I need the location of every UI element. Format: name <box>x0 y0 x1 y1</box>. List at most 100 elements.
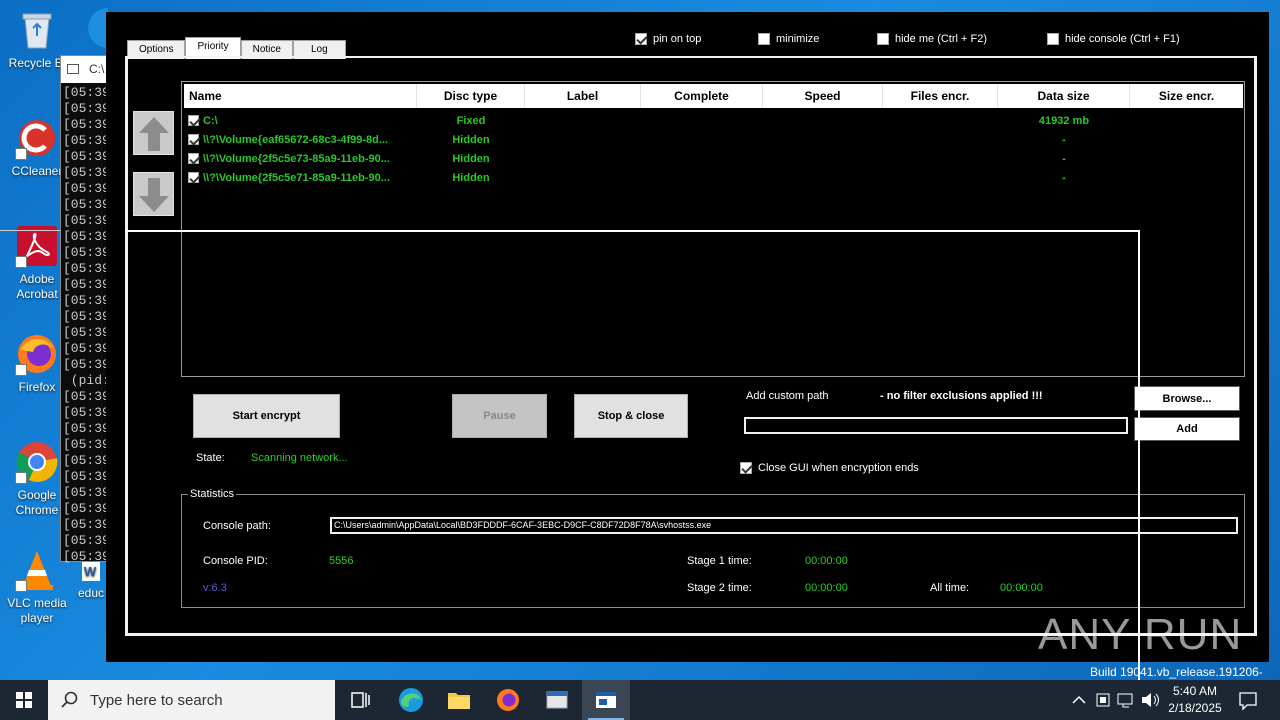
taskbar-clock[interactable]: 5:40 AM 2/18/2025 <box>1160 683 1230 717</box>
row-disc-type-cell: Fixed <box>456 114 486 127</box>
network-icon <box>1117 693 1133 708</box>
taskbar-search-box[interactable]: Type here to search <box>48 680 335 720</box>
state-label: State: <box>196 452 225 464</box>
hide-console-check[interactable] <box>1047 33 1059 45</box>
row-checkbox[interactable] <box>188 134 199 145</box>
shortcut-arrow-icon <box>15 256 27 268</box>
move-up-button[interactable] <box>133 111 174 155</box>
ransomware-gui-window: pin on top minimize hide me (Ctrl + F2) … <box>106 12 1269 662</box>
column-files-encr[interactable]: Files encr. <box>883 84 998 108</box>
row-data-size-cell: - <box>1062 152 1066 165</box>
hide-console-checkbox[interactable]: hide console (Ctrl + F1) <box>1047 33 1180 45</box>
volume-icon <box>1142 693 1159 707</box>
word-doc-label: educ <box>77 586 105 600</box>
clock-time: 5:40 AM <box>1172 684 1218 698</box>
chrome-icon <box>15 440 59 484</box>
tray-volume-icon[interactable] <box>1139 680 1161 720</box>
vlc-label-2: player <box>20 611 54 625</box>
row-disc-type-cell: Hidden <box>452 152 490 165</box>
browse-button[interactable]: Browse... <box>1134 386 1240 411</box>
table-row[interactable]: \\?\Volume{eaf65672-68c3-4f99-8d... Hidde… <box>184 130 1244 149</box>
shortcut-arrow-icon <box>15 364 27 376</box>
move-down-button[interactable] <box>133 172 174 216</box>
taskbar-app-window[interactable] <box>533 680 581 720</box>
firefox-icon <box>497 689 519 711</box>
add-button[interactable]: Add <box>1134 417 1240 441</box>
close-gui-checkbox[interactable]: Close GUI when encryption ends <box>740 462 919 474</box>
console-pid-value: 5556 <box>329 555 354 567</box>
minimize-check[interactable] <box>758 33 770 45</box>
taskbar-console[interactable] <box>582 680 630 720</box>
column-label[interactable]: Label <box>525 84 641 108</box>
column-complete[interactable]: Complete <box>641 84 763 108</box>
arrow-up-icon <box>139 117 169 151</box>
column-disc-type[interactable]: Disc type <box>417 84 525 108</box>
console-path-label: Console path: <box>203 520 271 532</box>
edge-icon <box>399 688 423 712</box>
row-disc-type-cell: Hidden <box>452 133 490 146</box>
search-icon <box>61 691 78 708</box>
overlay-line-left <box>0 230 60 231</box>
console-path-field[interactable]: C:\Users\admin\AppData\Local\BD3FDDDF-6C… <box>330 517 1238 534</box>
column-name[interactable]: Name <box>184 84 417 108</box>
chevron-up-icon <box>1072 695 1086 704</box>
row-checkbox[interactable] <box>188 172 199 183</box>
shortcut-arrow-icon <box>15 472 27 484</box>
hide-me-check[interactable] <box>877 33 889 45</box>
all-time-label: All time: <box>930 582 970 594</box>
stage1-value: 00:00:00 <box>805 555 848 567</box>
desktop-icon-edge-partial[interactable] <box>86 8 128 48</box>
recycle-bin-label: Recycle Bi <box>8 56 66 70</box>
stop-close-button[interactable]: Stop & close <box>574 394 688 438</box>
row-checkbox[interactable] <box>188 153 199 164</box>
stage2-label: Stage 2 time: <box>687 582 752 594</box>
app-window-icon <box>546 691 568 709</box>
table-row[interactable]: \\?\Volume{2f5c5e73-85a9-11eb-90... Hidde… <box>184 149 1244 168</box>
start-encrypt-button[interactable]: Start encrypt <box>193 394 340 438</box>
column-data-size[interactable]: Data size <box>998 84 1130 108</box>
drives-listview[interactable]: Name Disc type Label Complete Speed File… <box>181 81 1245 377</box>
row-name-cell: C:\ <box>184 115 417 127</box>
column-size-encr[interactable]: Size encr. <box>1130 84 1243 108</box>
tray-device-icon[interactable] <box>1092 680 1114 720</box>
all-time-value: 00:00:00 <box>1000 582 1043 594</box>
task-view-button[interactable] <box>336 680 384 720</box>
start-button[interactable] <box>0 680 48 720</box>
version-label: v:6.3 <box>203 582 227 594</box>
svg-text:W: W <box>84 564 97 579</box>
pin-on-top-check[interactable] <box>635 33 647 45</box>
minimize-label: minimize <box>776 33 820 45</box>
list-rows: C:\ Fixed 41932 mb \\?\Volume{eaf65672-68c3… <box>182 108 1244 187</box>
notification-icon <box>1239 692 1257 711</box>
state-value: Scanning network... <box>251 452 348 464</box>
ccleaner-icon <box>15 116 59 160</box>
taskbar-file-explorer[interactable] <box>435 680 483 720</box>
table-row[interactable]: C:\ Fixed 41932 mb <box>184 111 1244 130</box>
windows-logo-icon <box>16 692 32 708</box>
custom-path-input[interactable] <box>744 417 1128 434</box>
statistics-title: Statistics <box>188 488 237 500</box>
taskbar-edge[interactable] <box>387 680 435 720</box>
row-data-size-cell: 41932 mb <box>1038 114 1090 127</box>
close-gui-check[interactable] <box>740 462 752 474</box>
console-title: C:\ <box>89 62 105 76</box>
row-checkbox[interactable] <box>188 115 199 126</box>
hide-me-checkbox[interactable]: hide me (Ctrl + F2) <box>877 33 987 45</box>
console-window-icon <box>67 64 79 74</box>
tray-network-icon[interactable] <box>1115 680 1137 720</box>
shortcut-arrow-icon <box>15 580 27 592</box>
minimize-checkbox[interactable]: minimize <box>758 33 819 45</box>
arrow-down-icon <box>139 178 169 212</box>
notification-center-button[interactable] <box>1236 680 1260 720</box>
column-speed[interactable]: Speed <box>763 84 883 108</box>
taskbar-firefox[interactable] <box>484 680 532 720</box>
clock-date: 2/18/2025 <box>1168 701 1222 715</box>
ccleaner-label: CCleaner <box>11 164 63 178</box>
task-view-icon <box>351 692 370 708</box>
pause-button[interactable]: Pause <box>452 394 547 438</box>
row-name: \\?\Volume{eaf65672-68c3-4f99-8d... <box>203 133 389 146</box>
table-row[interactable]: \\?\Volume{2f5c5e71-85a9-11eb-90... Hidde… <box>184 168 1244 187</box>
pin-on-top-checkbox[interactable]: pin on top <box>635 33 701 45</box>
tray-overflow-button[interactable] <box>1068 680 1090 720</box>
row-data-size-cell: - <box>1062 133 1066 146</box>
